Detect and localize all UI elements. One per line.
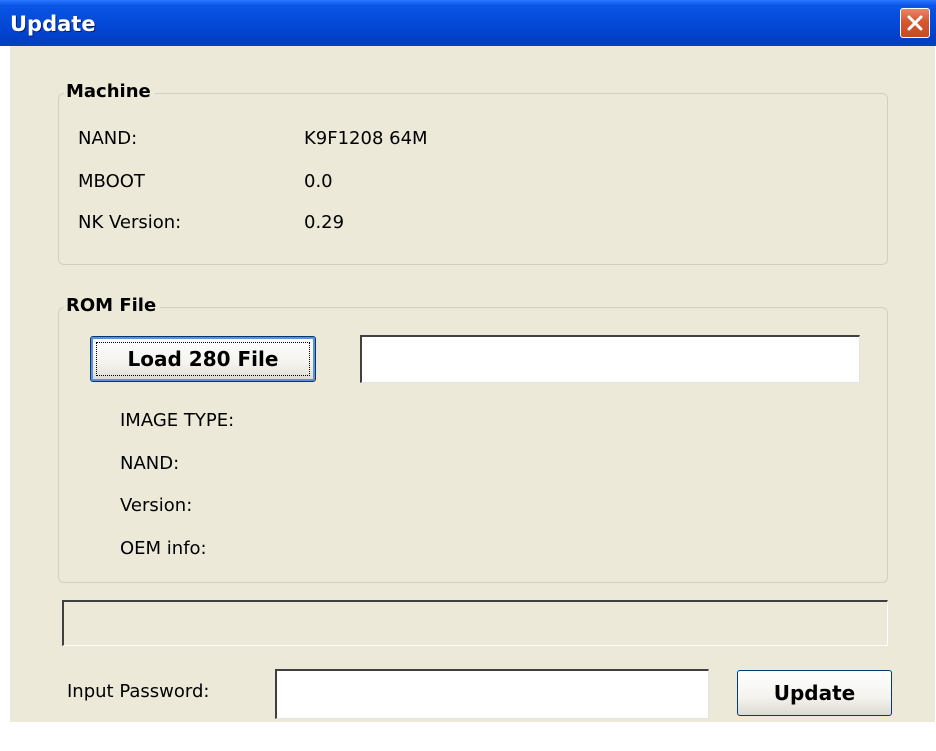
machine-nk-version-value: 0.29	[304, 212, 345, 233]
rom-nand-label: NAND:	[120, 453, 180, 474]
rom-file-group-title: ROM File	[64, 295, 161, 316]
title-bar[interactable]: Update	[0, 0, 936, 46]
rom-file-path-input[interactable]	[360, 335, 860, 383]
machine-mboot-value: 0.0	[304, 171, 333, 192]
window-title: Update	[10, 12, 96, 36]
update-dialog: Update Machine NAND: K9F1208 64M MBOOT 0…	[0, 0, 936, 751]
close-button[interactable]	[900, 8, 930, 38]
rom-version-label: Version:	[120, 495, 193, 516]
machine-nand-label: NAND:	[78, 128, 138, 149]
machine-groupbox	[58, 93, 888, 265]
rom-oem-info-label: OEM info:	[120, 538, 207, 559]
machine-group-title: Machine	[64, 81, 155, 102]
dialog-client-area: Machine NAND: K9F1208 64M MBOOT 0.0 NK V…	[10, 46, 935, 722]
load-280-file-button[interactable]: Load 280 File	[90, 336, 316, 382]
focus-rectangle	[96, 342, 310, 376]
password-input[interactable]	[275, 669, 709, 719]
update-button-label: Update	[773, 681, 856, 705]
update-button[interactable]: Update	[737, 670, 892, 716]
machine-mboot-label: MBOOT	[78, 171, 145, 192]
machine-nk-version-label: NK Version:	[78, 212, 182, 233]
update-progress-bar	[62, 600, 888, 646]
machine-nand-value: K9F1208 64M	[304, 128, 428, 149]
rom-image-type-label: IMAGE TYPE:	[120, 410, 235, 431]
input-password-label: Input Password:	[67, 681, 210, 702]
